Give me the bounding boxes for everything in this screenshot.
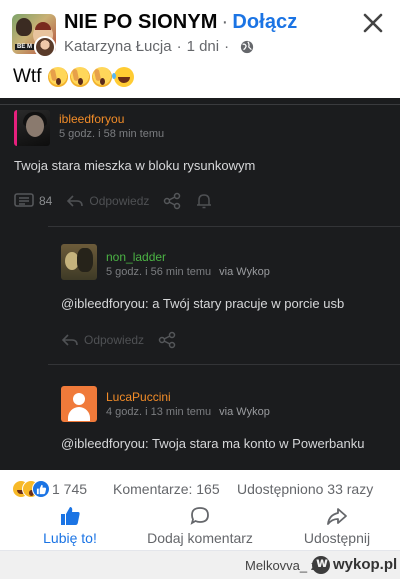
post-text: Wtf xyxy=(13,66,42,87)
post-actions: Lubię to! Dodaj komentarz Udostępnij xyxy=(0,505,400,549)
like-button[interactable]: Lubię to! xyxy=(30,505,110,549)
notify-button[interactable] xyxy=(195,192,213,210)
group-title: NIE PO SIONYM · Dołącz xyxy=(64,11,297,34)
group-name-link[interactable]: NIE PO SIONYM xyxy=(64,11,218,33)
comment-time: 5 godz. i 56 min temu via Wykop xyxy=(106,266,270,278)
bell-icon xyxy=(197,194,212,209)
comments-count-button[interactable]: 84 xyxy=(14,193,52,209)
embedded-screenshot: ibleedforyou 5 godz. i 58 min temu Twoja… xyxy=(0,98,400,470)
face-screaming-emoji xyxy=(69,67,90,87)
comment-label: Dodaj komentarz xyxy=(147,530,253,546)
author-avatar[interactable] xyxy=(34,36,56,58)
post-time[interactable]: 1 dni xyxy=(187,38,220,55)
meta-separator: · xyxy=(176,38,182,55)
share-nodes-icon xyxy=(164,192,181,210)
tears-of-joy-emoji xyxy=(111,67,134,87)
title-separator: · xyxy=(221,11,229,33)
comment-text: @ibleedforyou: Twoja stara ma konto w Po… xyxy=(61,436,365,451)
like-reaction-icon xyxy=(32,480,50,498)
comment-time-text: 5 godz. i 56 min temu xyxy=(106,266,212,278)
divider xyxy=(0,104,400,105)
share-comment-button[interactable] xyxy=(158,331,176,349)
meta-separator-2: · xyxy=(224,38,230,55)
like-label: Lubię to! xyxy=(43,530,97,546)
emoji-group xyxy=(47,67,134,87)
reply-icon xyxy=(61,334,78,346)
via-label: via Wykop xyxy=(219,406,270,418)
group-avatar-tag: BE M xyxy=(15,44,34,50)
reactions-icons[interactable] xyxy=(12,480,50,498)
comment-author[interactable]: LucaPuccini xyxy=(106,390,171,404)
wykop-logo-icon xyxy=(312,556,330,574)
watermark-bar: Melkovva_ z wykop.pl xyxy=(0,551,400,579)
comment-actions: 84 Odpowiedz xyxy=(14,192,227,210)
face-screaming-emoji xyxy=(91,67,112,87)
share-nodes-icon xyxy=(158,331,176,349)
comment-author[interactable]: non_ladder xyxy=(106,250,166,264)
post-stats: 1 745 Komentarze: 165 Udostępniono 33 ra… xyxy=(0,478,400,500)
share-button[interactable]: Udostępnij xyxy=(287,505,387,549)
share-label: Udostępnij xyxy=(303,530,371,546)
comments-count[interactable]: Komentarze: 165 xyxy=(113,481,220,497)
reply-button[interactable]: Odpowiedz xyxy=(61,333,144,347)
close-icon[interactable] xyxy=(358,8,388,38)
divider xyxy=(48,226,400,227)
post-header: BE M NIE PO SIONYM · Dołącz Katarzyna Łucj… xyxy=(0,0,400,62)
share-comment-button[interactable] xyxy=(163,192,181,210)
face-screaming-emoji xyxy=(47,67,68,87)
avatar[interactable] xyxy=(61,386,97,422)
comment-time-text: 4 godz. i 13 min temu xyxy=(106,406,212,418)
post-meta: Katarzyna Łucja · 1 dni · xyxy=(64,38,254,55)
share-arrow-icon xyxy=(327,508,347,525)
reply-icon xyxy=(67,195,84,207)
comment-text: Twoja stara mieszka w bloku rysunkowym xyxy=(14,158,256,173)
add-comment-button[interactable]: Dodaj komentarz xyxy=(130,505,270,549)
comment-time: 4 godz. i 13 min temu via Wykop xyxy=(106,406,270,418)
comment-time: 5 godz. i 58 min temu xyxy=(59,128,164,140)
join-group-button[interactable]: Dołącz xyxy=(232,11,297,33)
divider xyxy=(48,364,400,365)
via-label: via Wykop xyxy=(219,266,270,278)
reactions-count[interactable]: 1 745 xyxy=(52,481,87,497)
watermark-site: wykop.pl xyxy=(333,556,398,573)
comment-text: @ibleedforyou: a Twój stary pracuje w po… xyxy=(61,296,345,311)
avatar[interactable] xyxy=(14,110,50,146)
reply-button[interactable]: Odpowiedz xyxy=(66,194,149,208)
shares-count[interactable]: Udostępniono 33 razy xyxy=(237,481,373,497)
comment-actions: Odpowiedz xyxy=(61,331,190,349)
watermark-user: Melkovva_ z xyxy=(245,558,318,573)
comment-bubble-icon xyxy=(190,507,209,525)
post-body: Wtf xyxy=(13,66,134,88)
avatar[interactable] xyxy=(61,244,97,280)
comment-list-icon xyxy=(14,193,34,207)
comment-author[interactable]: ibleedforyou xyxy=(59,112,124,126)
comment-time-text: 5 godz. i 58 min temu xyxy=(59,128,165,140)
reply-label: Odpowiedz xyxy=(84,333,145,347)
author-name[interactable]: Katarzyna Łucja xyxy=(64,38,172,55)
comments-count: 84 xyxy=(39,194,53,208)
reply-label: Odpowiedz xyxy=(89,194,150,208)
thumbs-up-icon xyxy=(61,507,80,525)
globe-icon xyxy=(240,40,254,53)
